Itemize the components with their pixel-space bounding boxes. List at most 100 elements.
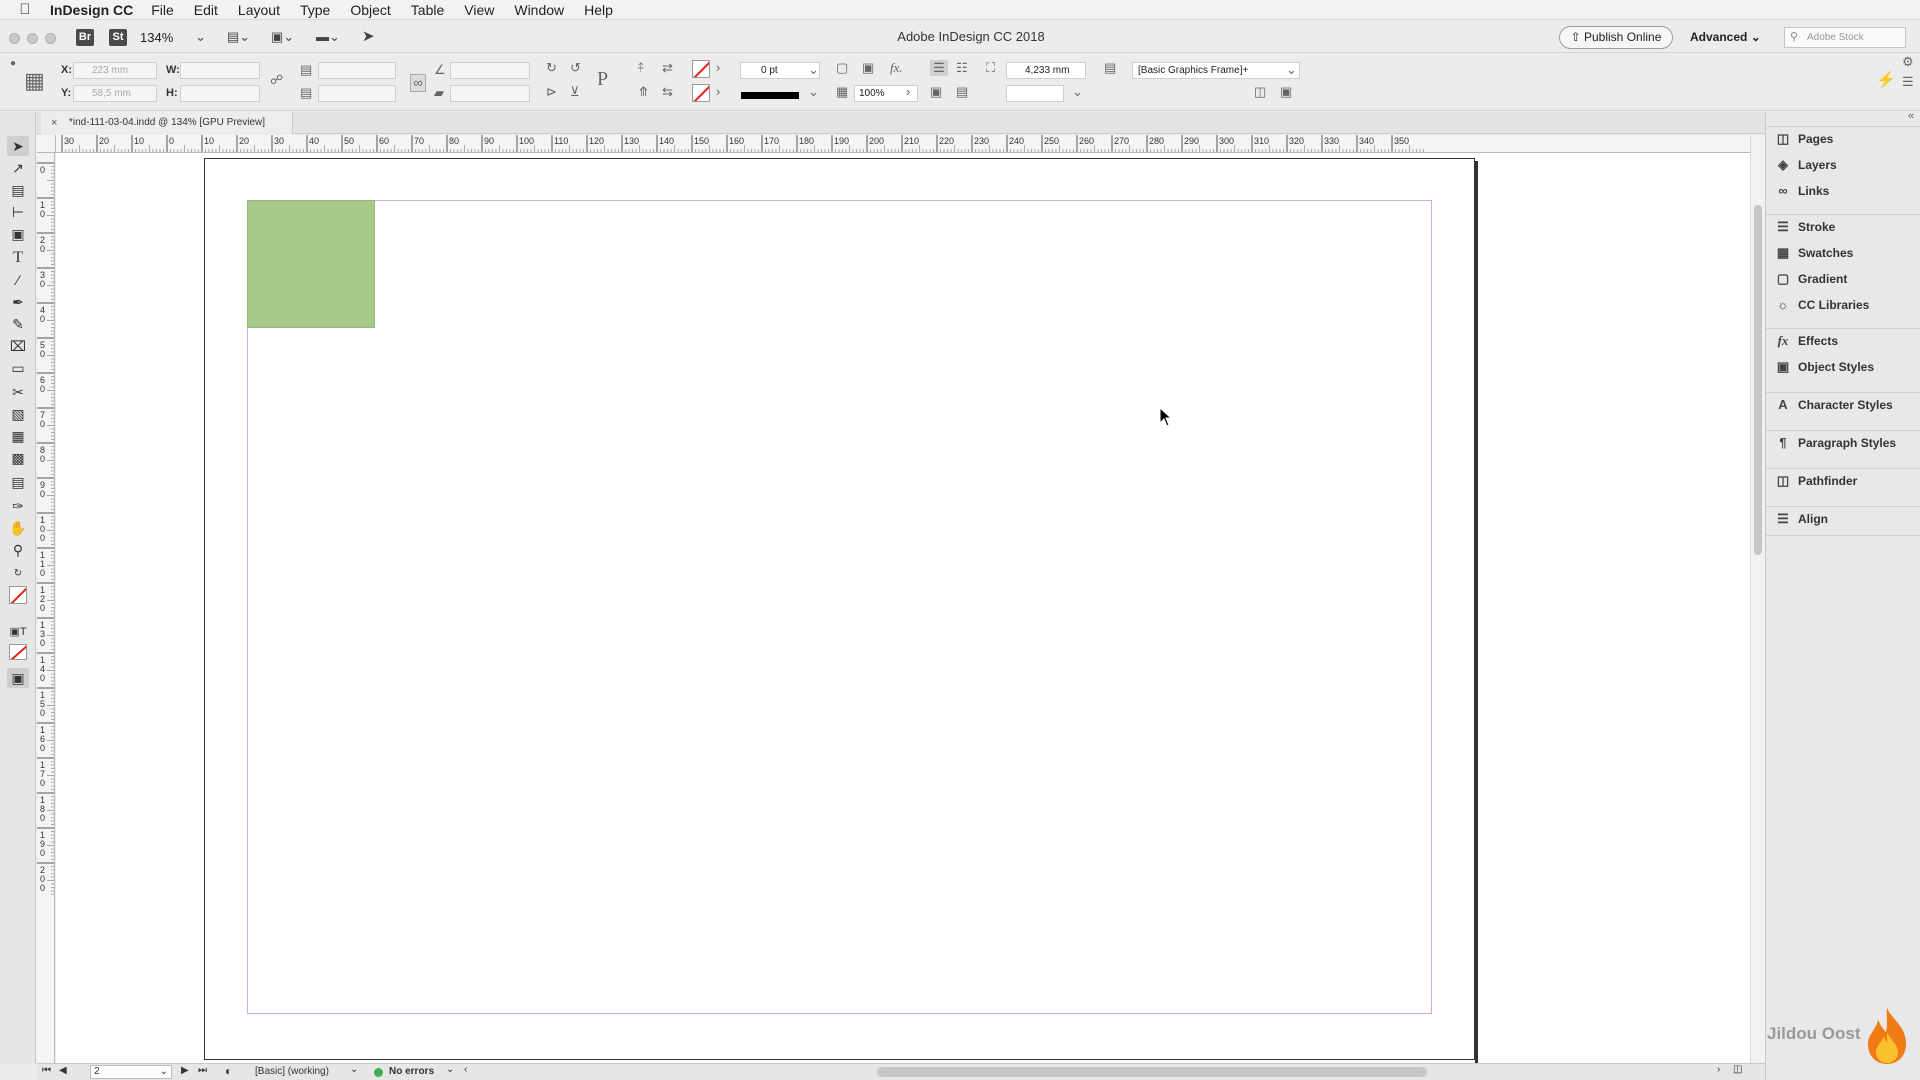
link-scale-icon[interactable]: ∞ [410, 74, 426, 92]
menu-help[interactable]: Help [584, 2, 613, 18]
panel-align[interactable]: ☰ Align [1774, 507, 1914, 531]
chevron-right-icon[interactable]: › [716, 60, 720, 75]
pen-tool-icon[interactable]: ✒ [7, 292, 29, 312]
height-field[interactable] [180, 85, 260, 102]
flip-vertical-icon[interactable]: ⊻ [570, 84, 580, 100]
panel-swatches[interactable]: ▦ Swatches [1774, 241, 1914, 265]
menu-table[interactable]: Table [411, 2, 444, 18]
rotate-counterclockwise-icon[interactable]: ↺ [570, 60, 581, 76]
horizontal-scrollbar-thumb[interactable] [877, 1067, 1427, 1077]
chevron-right-icon[interactable]: › [716, 84, 720, 99]
lightning-icon[interactable]: ⚡ [1876, 70, 1896, 90]
close-icon[interactable]: × [51, 112, 57, 134]
object-style-dropdown[interactable]: [Basic Graphics Frame]+ [1132, 62, 1300, 79]
direct-selection-tool-icon[interactable]: ↗ [7, 158, 29, 178]
text-wrap-none-icon[interactable]: ☰ [930, 60, 948, 76]
panel-menu-icon[interactable]: ☰ [1902, 74, 1914, 90]
flip-horizontal-icon[interactable]: ⊳ [546, 84, 557, 100]
chevron-down-icon[interactable]: ⌄ [1072, 84, 1083, 100]
clear-overrides-icon[interactable]: ◫ [1254, 84, 1266, 100]
formatting-container-icon[interactable]: ▣T [7, 622, 29, 642]
errors-status[interactable]: No errors [389, 1066, 434, 1077]
chevron-right-icon[interactable]: › [906, 84, 910, 99]
panel-cc-libraries[interactable]: ☼ CC Libraries [1774, 293, 1914, 317]
zoom-tool-icon[interactable]: ⚲ [7, 540, 29, 560]
menu-app-name[interactable]: InDesign CC [50, 2, 133, 18]
publish-icon[interactable]: ➤ [362, 27, 375, 45]
panel-object-styles[interactable]: ▣ Object Styles [1774, 355, 1914, 379]
select-next-icon[interactable]: ⇆ [662, 84, 673, 100]
panel-links[interactable]: ∞ Links [1774, 179, 1914, 203]
previous-page-icon[interactable]: ◀ [59, 1065, 67, 1076]
free-transform-tool-icon[interactable]: ▧ [7, 404, 29, 424]
gradient-swatch-tool-icon[interactable]: ▦ [7, 426, 29, 446]
panel-stroke[interactable]: ☰ Stroke [1774, 215, 1914, 239]
center-content-icon[interactable]: ▤ [956, 84, 968, 100]
panel-pathfinder[interactable]: ◫ Pathfinder [1774, 469, 1914, 493]
horizontal-ruler[interactable]: 30 20 10 0 10 20 30 40 50 60 70 80 90 100 110 120 130 140… [56, 135, 1750, 153]
stroke-none-swatch[interactable] [692, 84, 710, 102]
select-previous-icon[interactable]: ⇄ [662, 60, 673, 76]
ruler-origin[interactable] [37, 135, 56, 153]
screen-mode-normal-icon[interactable]: ▣ [7, 668, 29, 688]
dimension-field[interactable]: 4,233 mm [1006, 62, 1086, 79]
scroll-left-icon[interactable]: ‹ [464, 1064, 467, 1075]
effects-fx-icon[interactable]: fx. [890, 60, 903, 76]
document-canvas[interactable] [56, 153, 1750, 1063]
gap-tool-icon[interactable]: ⊢ [7, 202, 29, 222]
next-page-icon[interactable]: ▶ [181, 1065, 189, 1076]
panel-character-styles[interactable]: A Character Styles [1774, 393, 1914, 417]
panel-layers[interactable]: ◈ Layers [1774, 153, 1914, 177]
menu-view[interactable]: View [464, 2, 494, 18]
preflight-profile[interactable]: [Basic] (working) [255, 1066, 329, 1077]
stroke-align-icon[interactable]: ▢ [836, 60, 848, 76]
publish-online-button[interactable]: ⇧ Publish Online [1559, 26, 1673, 49]
menu-edit[interactable]: Edit [194, 2, 218, 18]
last-page-icon[interactable]: ⏭ [198, 1065, 207, 1076]
note-tool-icon[interactable]: ▤ [7, 472, 29, 492]
gradient-feather-tool-icon[interactable]: ▩ [7, 448, 29, 468]
scale-y-field[interactable] [318, 85, 396, 102]
reference-point-icon[interactable]: ▦ [24, 68, 45, 94]
chevron-down-icon[interactable]: ⌄ [1286, 62, 1297, 78]
stock-button[interactable]: St [109, 29, 127, 46]
chevron-down-icon[interactable]: ⌄ [446, 1064, 454, 1075]
panel-effects[interactable]: fx Effects [1774, 329, 1914, 353]
panel-pages[interactable]: ◫ Pages [1774, 127, 1914, 151]
content-collector-icon[interactable]: ▣ [7, 224, 29, 244]
zoom-window-button[interactable] [45, 33, 56, 44]
y-position-field[interactable]: 58,5 mm [73, 85, 157, 102]
stock-search-input[interactable]: ⚲ Adobe Stock [1784, 27, 1906, 48]
swap-fill-stroke-icon[interactable]: ↻ [7, 564, 29, 584]
rotate-clockwise-icon[interactable]: ↻ [546, 60, 557, 76]
selection-tool-icon[interactable]: ➤ [7, 136, 29, 156]
rotate-angle-field[interactable] [450, 62, 530, 79]
create-style-icon[interactable]: ▣ [1280, 84, 1292, 100]
fit-content-icon[interactable]: ▣ [930, 84, 942, 100]
eyedropper-tool-icon[interactable]: ✑ [7, 496, 29, 516]
fill-none-swatch[interactable] [692, 60, 710, 78]
stroke-type-swatch[interactable] [741, 92, 799, 99]
fill-stroke-swatch-icon[interactable] [9, 586, 27, 604]
green-rectangle-frame[interactable] [247, 200, 375, 328]
apply-none-icon[interactable] [9, 644, 27, 660]
x-position-field[interactable]: 223 mm [73, 62, 157, 79]
page-tool-icon[interactable]: ▤ [7, 180, 29, 200]
auto-fit-icon[interactable]: ⛶ [986, 60, 995, 76]
gear-icon[interactable]: ⚙ [1902, 54, 1914, 70]
vertical-scrollbar-thumb[interactable] [1754, 205, 1762, 555]
frame-fitting-icon[interactable]: ▣ [862, 60, 874, 76]
scissors-tool-icon[interactable]: ✂ [7, 382, 29, 402]
rectangle-frame-tool-icon[interactable]: ⌧ [7, 336, 29, 356]
document-tab[interactable]: × *ind-111-03-04.indd @ 134% [GPU Previe… [41, 112, 293, 134]
chevron-down-icon[interactable]: ⌄ [350, 1064, 358, 1075]
first-page-icon[interactable]: ⏮ [42, 1065, 51, 1076]
width-field[interactable] [180, 62, 260, 79]
chevron-down-icon[interactable]: ⌄ [808, 62, 819, 78]
workspace-switcher[interactable]: Advanced ⌄ [1690, 30, 1761, 44]
menu-file[interactable]: File [151, 2, 174, 18]
screen-mode-icon[interactable]: ▣⌄ [271, 29, 294, 45]
rectangle-tool-icon[interactable]: ▭ [7, 358, 29, 378]
hand-tool-icon[interactable]: ✋ [7, 518, 29, 538]
select-container-icon[interactable]: ⤉ [638, 60, 644, 76]
